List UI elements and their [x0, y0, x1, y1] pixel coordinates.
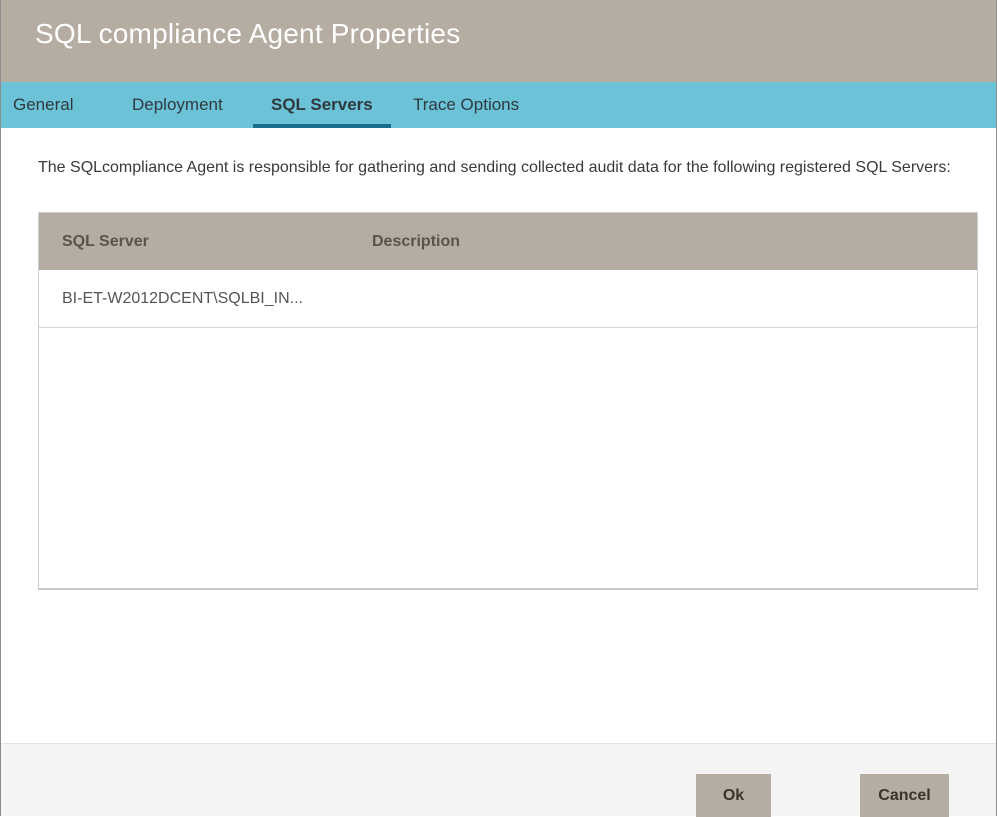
dialog-footer: Ok Cancel [1, 743, 996, 817]
intro-text: The SQLcompliance Agent is responsible f… [38, 159, 951, 176]
agent-properties-dialog: SQL compliance Agent Properties General … [0, 0, 997, 817]
column-header-sql-server[interactable]: SQL Server [62, 213, 149, 270]
column-header-description[interactable]: Description [372, 213, 460, 270]
cancel-button[interactable]: Cancel [860, 774, 949, 817]
table-row[interactable]: BI-ET-W2012DCENT\SQLBI_IN... [39, 270, 977, 328]
tab-general[interactable]: General [13, 82, 73, 128]
tab-trace-options[interactable]: Trace Options [413, 82, 519, 128]
grid-header: SQL Server Description [39, 213, 977, 270]
tab-deployment[interactable]: Deployment [132, 82, 223, 128]
sql-servers-grid: SQL Server Description BI-ET-W2012DCENT\… [38, 212, 978, 590]
ok-button[interactable]: Ok [696, 774, 771, 817]
tab-sql-servers[interactable]: SQL Servers [253, 82, 391, 128]
cell-sql-server: BI-ET-W2012DCENT\SQLBI_IN... [62, 290, 303, 307]
dialog-titlebar: SQL compliance Agent Properties [1, 0, 996, 82]
dialog-title: SQL compliance Agent Properties [35, 18, 461, 49]
tab-bar: General Deployment SQL Servers Trace Opt… [1, 82, 996, 128]
